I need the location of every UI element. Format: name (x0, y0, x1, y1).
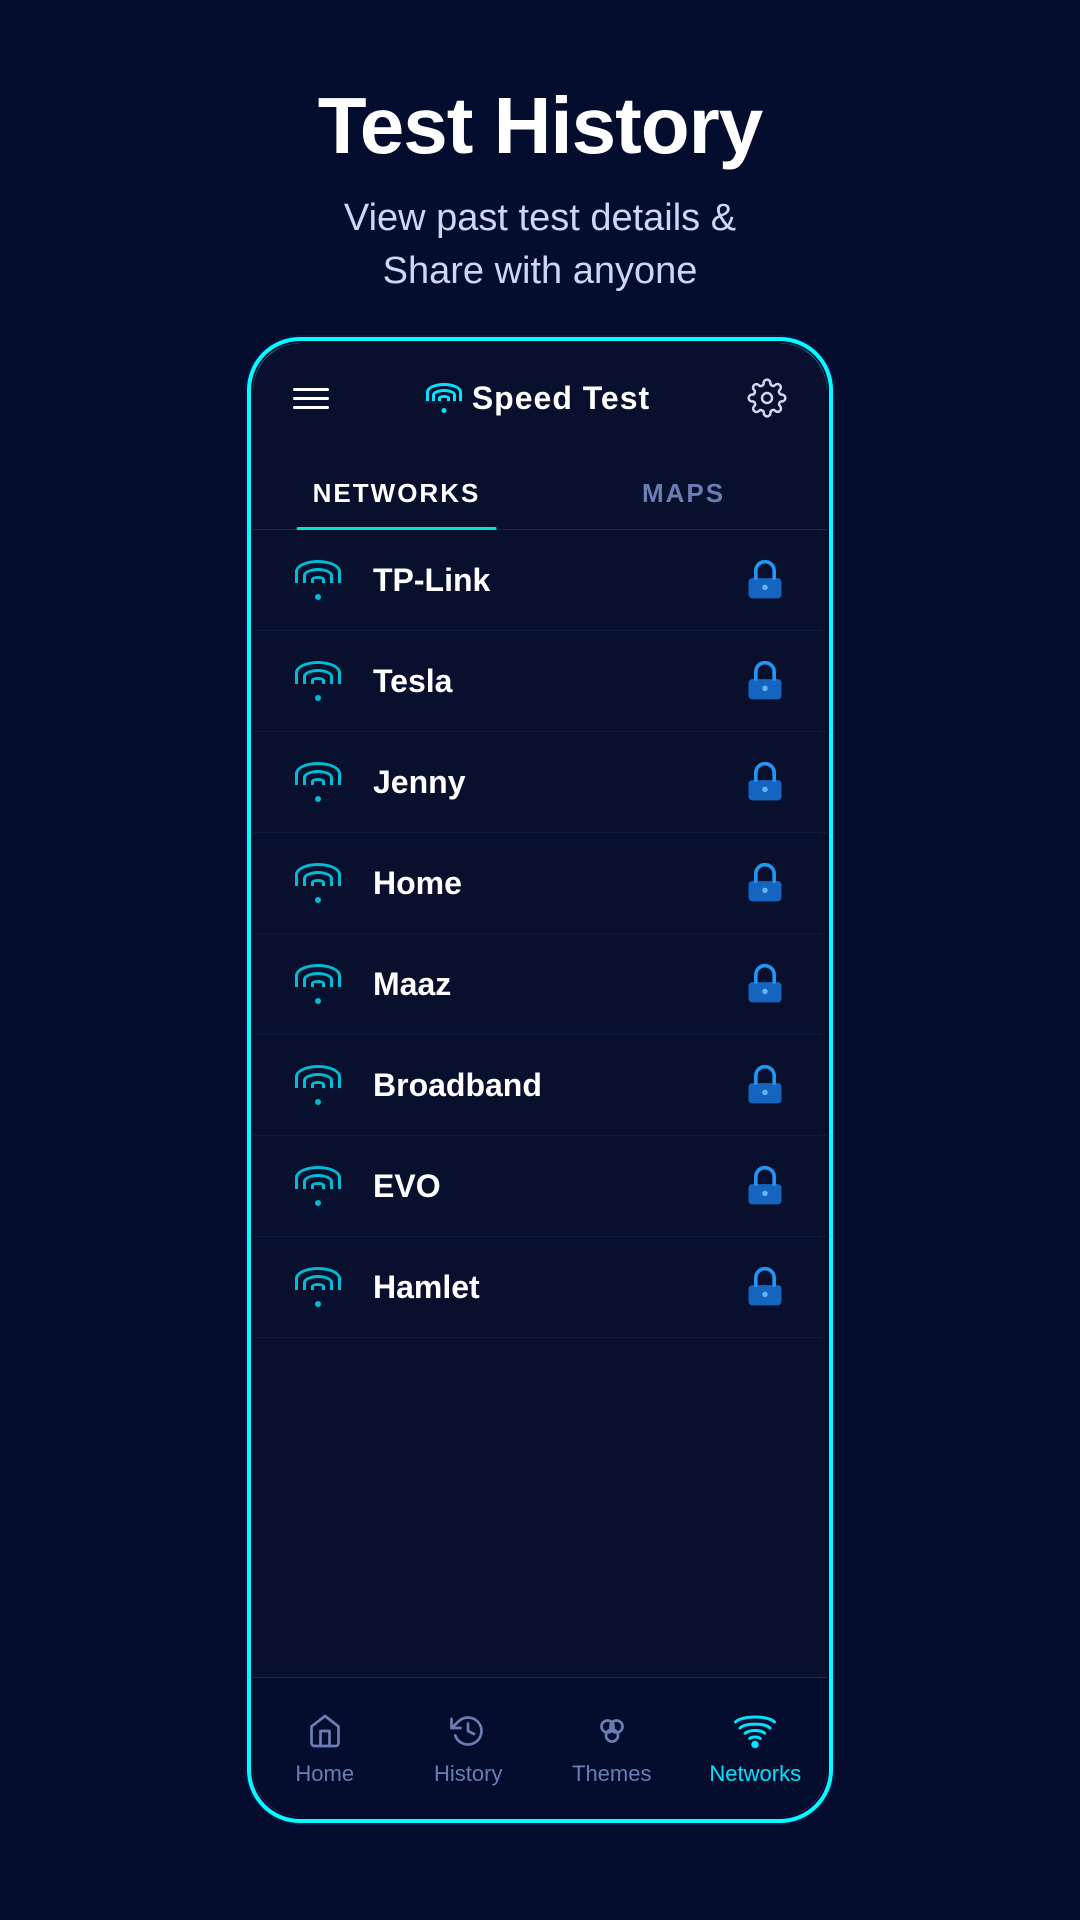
nav-item-history[interactable]: History (397, 1678, 541, 1817)
page-title: Test History (40, 80, 1040, 172)
lock-icon (743, 1164, 787, 1208)
list-item[interactable]: Tesla (253, 631, 827, 732)
page-subtitle: View past test details & Share with anyo… (40, 192, 1040, 298)
bottom-nav: Home History (253, 1677, 827, 1817)
nav-label-history: History (434, 1761, 502, 1787)
wifi-signal-icon (293, 560, 343, 600)
tab-networks[interactable]: NETWORKS (253, 458, 540, 529)
list-item[interactable]: TP-Link (253, 530, 827, 631)
nav-label-themes: Themes (572, 1761, 651, 1787)
hamburger-menu-button[interactable] (293, 388, 329, 409)
phone-inner: Speed Test NETWORKS MAPS (253, 343, 827, 1817)
list-item[interactable]: EVO (253, 1136, 827, 1237)
nav-item-themes[interactable]: Themes (540, 1678, 684, 1817)
phone-mockup: Speed Test NETWORKS MAPS (250, 340, 830, 1820)
wifi-signal-icon (293, 1267, 343, 1307)
lock-icon (743, 659, 787, 703)
header-section: Test History View past test details & Sh… (0, 0, 1080, 358)
wifi-signal-icon (293, 863, 343, 903)
nav-item-networks[interactable]: Networks (684, 1678, 828, 1817)
home-icon (300, 1709, 350, 1753)
lock-icon (743, 861, 787, 905)
network-list: TP-Link Tesla (253, 530, 827, 1744)
list-item[interactable]: Jenny (253, 732, 827, 833)
app-title: Speed Test (426, 380, 650, 417)
nav-label-home: Home (295, 1761, 354, 1787)
nav-item-home[interactable]: Home (253, 1678, 397, 1817)
wifi-signal-icon (293, 1065, 343, 1105)
lock-icon (743, 558, 787, 602)
wifi-signal-icon (293, 762, 343, 802)
networks-icon (730, 1709, 780, 1753)
wifi-signal-icon (293, 1166, 343, 1206)
tabs-container: NETWORKS MAPS (253, 458, 827, 530)
hamburger-line-1 (293, 388, 329, 391)
app-title-text: Speed Test (472, 380, 650, 417)
settings-button[interactable] (747, 378, 787, 418)
phone-side-accent (827, 543, 830, 843)
network-name: Home (373, 865, 743, 902)
history-icon (443, 1709, 493, 1753)
network-name: Broadband (373, 1067, 743, 1104)
lock-icon (743, 1265, 787, 1309)
app-logo-icon (426, 383, 462, 413)
network-name: EVO (373, 1168, 743, 1205)
network-name: Hamlet (373, 1269, 743, 1306)
list-item[interactable]: Maaz (253, 934, 827, 1035)
lock-icon (743, 962, 787, 1006)
lock-icon (743, 1063, 787, 1107)
top-bar: Speed Test (253, 343, 827, 438)
themes-icon (587, 1709, 637, 1753)
hamburger-line-3 (293, 406, 329, 409)
hamburger-line-2 (293, 397, 329, 400)
nav-label-networks: Networks (709, 1761, 801, 1787)
list-item[interactable]: Hamlet (253, 1237, 827, 1338)
list-item[interactable]: Home (253, 833, 827, 934)
network-name: Jenny (373, 764, 743, 801)
network-name: Tesla (373, 663, 743, 700)
network-name: Maaz (373, 966, 743, 1003)
network-name: TP-Link (373, 562, 743, 599)
list-item[interactable]: Broadband (253, 1035, 827, 1136)
lock-icon (743, 760, 787, 804)
wifi-signal-icon (293, 964, 343, 1004)
wifi-signal-icon (293, 661, 343, 701)
tab-maps[interactable]: MAPS (540, 458, 827, 529)
